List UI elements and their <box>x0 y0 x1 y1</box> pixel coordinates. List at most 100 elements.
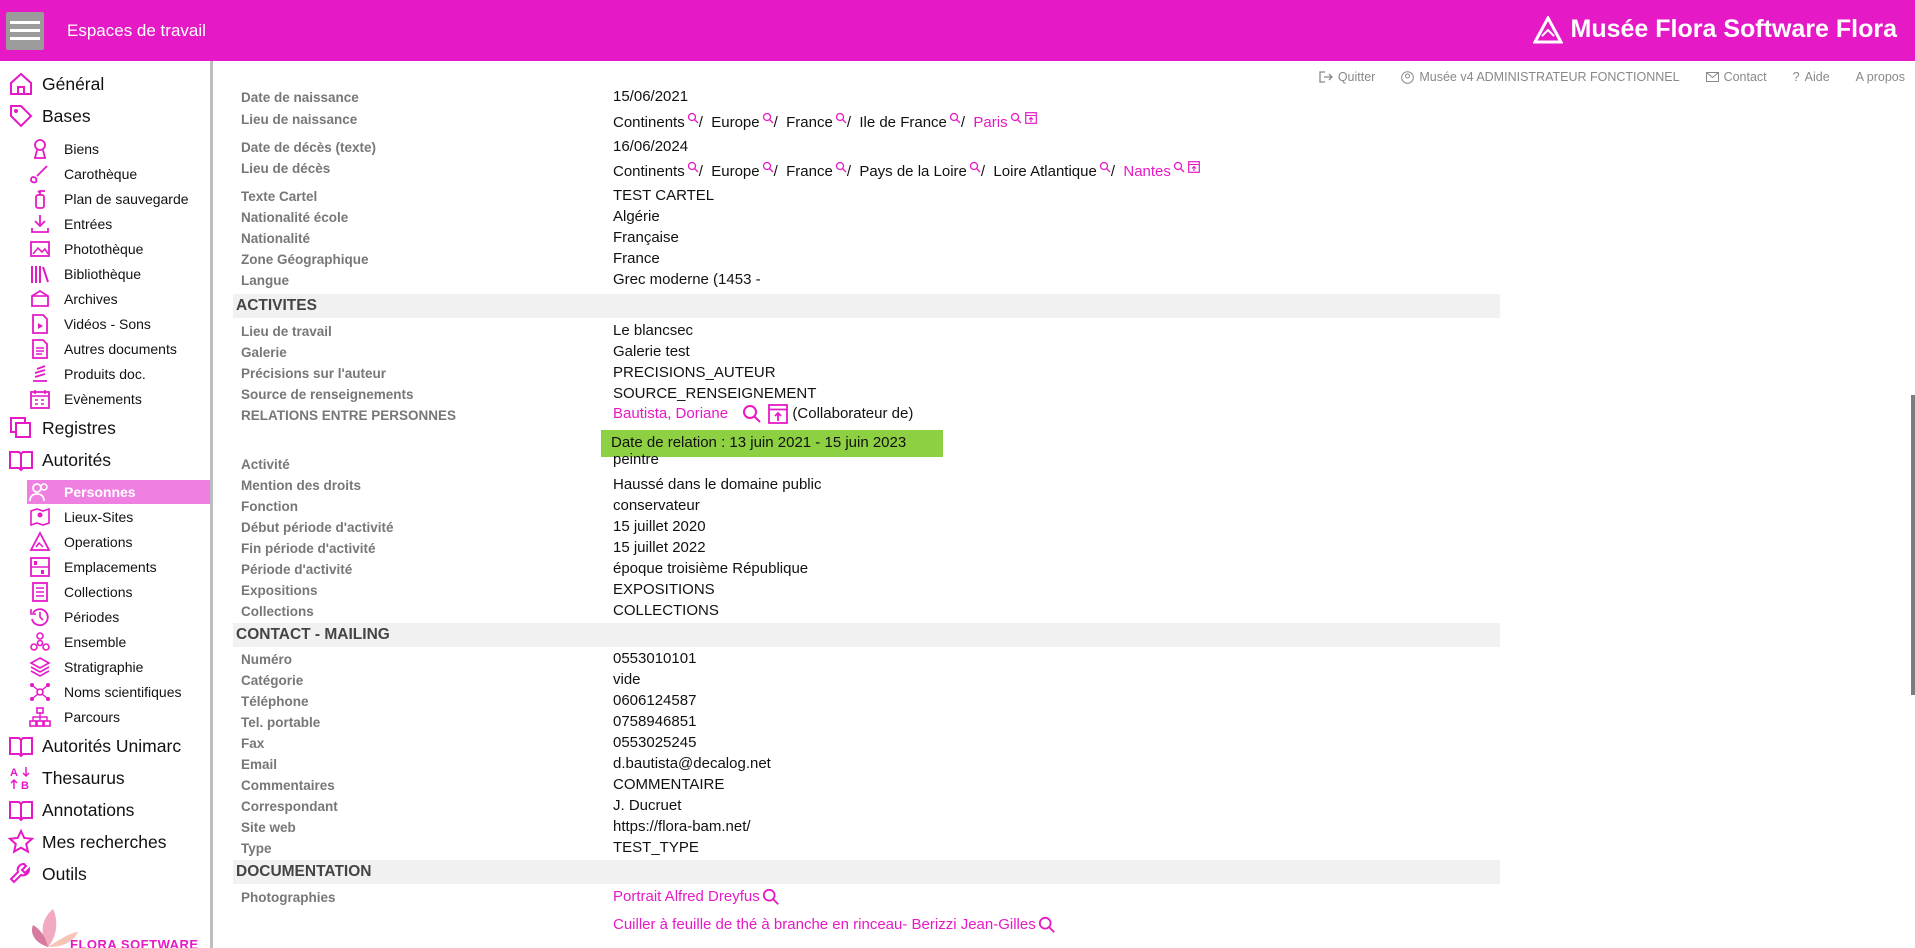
field-label: RELATIONS ENTRE PERSONNES <box>241 408 457 423</box>
sidebar-item-lieux-sites[interactable]: Lieux-Sites <box>0 505 210 529</box>
sidebar-item-autres-documents[interactable]: Autres documents <box>0 337 210 361</box>
field-value: 0553025245 <box>613 734 697 751</box>
person-link[interactable]: Bautista, Doriane <box>613 405 728 422</box>
field-label: Téléphone <box>241 694 309 709</box>
field-label: Fin période d'activité <box>241 541 376 556</box>
field-value: peintre <box>613 451 659 468</box>
search-icon[interactable] <box>949 112 961 124</box>
sidebar-label: Carothèque <box>64 166 138 182</box>
website-link[interactable]: https://flora-bam.net/ <box>613 818 751 835</box>
sidebar-item-collections[interactable]: Collections <box>0 580 210 604</box>
workspace-menu[interactable]: Espaces de travail <box>67 21 206 41</box>
sidebar-item-parcours[interactable]: Parcours <box>0 705 210 729</box>
sidebar-item-produits-doc[interactable]: Produits doc. <box>0 362 210 386</box>
sidebar-item-noms-scientifiques[interactable]: Noms scientifiques <box>0 680 210 704</box>
calendar-icon <box>29 388 51 410</box>
sidebar-item-videos-sons[interactable]: Vidéos - Sons <box>0 312 210 336</box>
sidebar-item-evenements[interactable]: Evènements <box>0 387 210 411</box>
field-value: 15 juillet 2022 <box>613 539 706 556</box>
video-file-icon <box>29 313 51 335</box>
search-icon[interactable] <box>762 888 780 906</box>
sidebar-label: Plan de sauvegarde <box>64 191 189 207</box>
field-value: PRECISIONS_AUTEUR <box>613 364 776 381</box>
sidebar-item-entrees[interactable]: Entrées <box>0 212 210 236</box>
field-value: conservateur <box>613 497 700 514</box>
open-record-icon[interactable] <box>1024 112 1037 124</box>
field-label: Langue <box>241 273 290 288</box>
brand-label: Musée Flora Software Flora <box>1570 15 1897 43</box>
photo-link[interactable]: Portrait Alfred Dreyfus <box>613 888 760 905</box>
sidebar-item-annotations[interactable]: Annotations <box>0 795 210 825</box>
vertical-scrollbar[interactable] <box>1911 395 1915 695</box>
sidebar-item-periodes[interactable]: Périodes <box>0 605 210 629</box>
search-icon[interactable] <box>1099 161 1111 173</box>
search-icon[interactable] <box>835 161 847 173</box>
field-label: Date de décès (texte) <box>241 140 377 155</box>
user-link[interactable]: Musée v4 ADMINISTRATEUR FONCTIONNEL <box>1401 70 1680 84</box>
field-label: Zone Géographique <box>241 252 369 267</box>
field-value: TEST_TYPE <box>613 839 699 856</box>
search-icon[interactable] <box>687 161 699 173</box>
field-label: Précisions sur l'auteur <box>241 366 387 381</box>
search-icon[interactable] <box>835 112 847 124</box>
stack-icon <box>29 363 51 385</box>
help-link[interactable]: ? Aide <box>1793 70 1830 84</box>
sidebar-item-stratigraphie[interactable]: Stratigraphie <box>0 655 210 679</box>
search-icon[interactable] <box>762 112 774 124</box>
photo-link[interactable]: Cuiller à feuille de thé à branche en ri… <box>613 916 1036 933</box>
place-region: Ile de France <box>859 114 947 131</box>
field-label: Mention des droits <box>241 478 362 493</box>
sidebar-label: Personnes <box>64 484 136 500</box>
top-bar: Espaces de travail Musée Flora Software … <box>0 0 1915 61</box>
sidebar-label: Bases <box>42 105 91 126</box>
field-value: Française <box>613 229 679 246</box>
open-record-icon[interactable] <box>1187 161 1200 173</box>
sidebar-item-biens[interactable]: Biens <box>0 137 210 161</box>
sidebar-item-operations[interactable]: Operations <box>0 530 210 554</box>
field-label: Source de renseignements <box>241 387 414 402</box>
sidebar-item-autorites[interactable]: Autorités <box>0 445 210 475</box>
place-link-nantes[interactable]: Nantes <box>1123 163 1171 180</box>
sidebar-item-plan-sauvegarde[interactable]: Plan de sauvegarde <box>0 187 210 211</box>
sidebar-label: Operations <box>64 534 133 550</box>
contact-link[interactable]: Contact <box>1705 70 1767 84</box>
sidebar-item-bibliotheque[interactable]: Bibliothèque <box>0 262 210 286</box>
sidebar-item-outils[interactable]: Outils <box>0 859 210 889</box>
sidebar-item-archives[interactable]: Archives <box>0 287 210 311</box>
search-icon[interactable] <box>762 161 774 173</box>
sort-alpha-icon: AB <box>8 765 34 792</box>
sidebar-item-mes-recherches[interactable]: Mes recherches <box>0 827 210 857</box>
sidebar-item-emplacements[interactable]: Emplacements <box>0 555 210 579</box>
sidebar-item-autorites-unimarc[interactable]: Autorités Unimarc <box>0 731 210 761</box>
book-open-icon <box>8 733 34 759</box>
search-icon[interactable] <box>1173 161 1185 173</box>
field-label: Collections <box>241 604 314 619</box>
field-value: 0553010101 <box>613 650 697 667</box>
sidebar-item-registres[interactable]: Registres <box>0 413 210 443</box>
sidebar-label: Biens <box>64 141 100 157</box>
image-icon <box>29 238 51 260</box>
field-label: Numéro <box>241 652 293 667</box>
sidebar-item-general[interactable]: Général <box>0 69 210 99</box>
about-link[interactable]: A propos <box>1856 70 1905 84</box>
quit-link[interactable]: Quitter <box>1319 70 1375 84</box>
search-icon[interactable] <box>742 404 762 424</box>
hamburger-menu-icon[interactable] <box>6 12 44 50</box>
sidebar-label: Mes recherches <box>42 831 167 852</box>
field-value: époque troisième République <box>613 560 809 577</box>
open-record-icon[interactable] <box>768 404 789 424</box>
sidebar-item-carotheque[interactable]: Carothèque <box>0 162 210 186</box>
sidebar-item-personnes[interactable]: Personnes <box>27 480 210 504</box>
search-icon[interactable] <box>969 161 981 173</box>
sidebar-item-bases[interactable]: Bases <box>0 101 210 131</box>
sitemap-icon <box>29 706 51 728</box>
search-icon[interactable] <box>687 112 699 124</box>
sidebar-item-thesaurus[interactable]: AB Thesaurus <box>0 763 210 793</box>
star-icon <box>7 828 35 855</box>
sidebar-item-ensemble[interactable]: Ensemble <box>0 630 210 654</box>
search-icon[interactable] <box>1010 112 1022 124</box>
sidebar-item-phototheque[interactable]: Photothèque <box>0 237 210 261</box>
field-value: 0758946851 <box>613 713 697 730</box>
place-link-paris[interactable]: Paris <box>973 114 1007 131</box>
search-icon[interactable] <box>1038 916 1056 934</box>
